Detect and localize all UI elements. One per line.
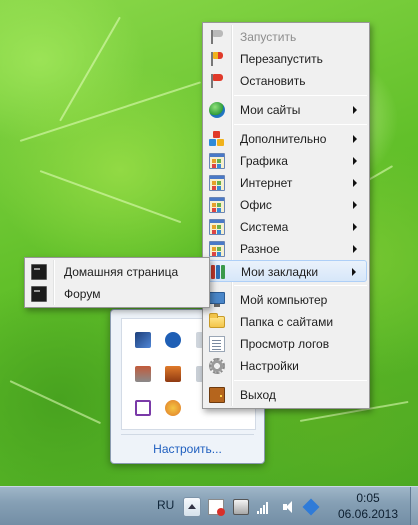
submenu-arrow-icon — [353, 179, 357, 187]
toolbox-icon[interactable] — [165, 366, 182, 382]
submenu-arrow-icon — [353, 245, 357, 253]
app-window-icon — [209, 219, 225, 235]
network-icon[interactable] — [135, 332, 152, 348]
customize-link[interactable]: Настроить... — [111, 442, 264, 456]
gear-icon — [209, 358, 225, 374]
usb-device-icon[interactable] — [233, 499, 249, 515]
menu-item-my-computer[interactable]: Мой компьютер — [205, 289, 367, 311]
gray-flag-icon — [209, 29, 225, 45]
clock-time: 0:05 — [356, 491, 380, 505]
menu-item-additional[interactable]: Дополнительно — [205, 128, 367, 150]
menu-item-system[interactable]: Система — [205, 216, 367, 238]
menu-item-settings[interactable]: Настройки — [205, 355, 367, 377]
palette-icon[interactable] — [165, 400, 182, 416]
app-window-icon — [209, 175, 225, 191]
app-tray-icon[interactable] — [208, 499, 225, 516]
show-desktop-button[interactable] — [410, 487, 418, 525]
menu-item-misc[interactable]: Разное — [205, 238, 367, 260]
menu-item-view-logs[interactable]: Просмотр логов — [205, 333, 367, 355]
submenu-item-home-page[interactable]: Домашняя страница — [27, 261, 207, 283]
menu-item-my-sites[interactable]: Мои сайты — [205, 99, 367, 121]
exit-door-icon — [209, 387, 225, 403]
app-window-icon — [209, 153, 225, 169]
submenu-arrow-icon — [353, 201, 357, 209]
menu-item-sites-folder[interactable]: Папка с сайтами — [205, 311, 367, 333]
console-icon — [31, 264, 47, 280]
tray-context-menu: Запустить Перезапустить Остановить Мои с… — [202, 22, 370, 409]
menu-item-exit[interactable]: Выход — [205, 384, 367, 406]
globe-icon — [209, 102, 225, 118]
menu-item-office[interactable]: Офис — [205, 194, 367, 216]
menu-separator — [234, 124, 367, 125]
signal-strength-icon[interactable] — [256, 499, 272, 515]
folder-icon — [209, 313, 225, 328]
clock-date: 06.06.2013 — [337, 507, 399, 521]
red-yellow-flag-icon — [209, 51, 225, 67]
app-window-icon — [209, 197, 225, 213]
submenu-arrow-icon — [353, 157, 357, 165]
menu-separator — [234, 95, 367, 96]
speaker-icon[interactable] — [281, 499, 297, 515]
onenote-icon[interactable] — [135, 400, 152, 416]
menu-item-bookmarks[interactable]: Мои закладки — [205, 260, 367, 282]
computer-icon — [209, 292, 225, 307]
printer-icon[interactable] — [135, 366, 152, 382]
menu-item-graphics[interactable]: Графика — [205, 150, 367, 172]
menu-item-internet[interactable]: Интернет — [205, 172, 367, 194]
submenu-arrow-icon — [352, 268, 356, 276]
bluetooth-icon[interactable] — [165, 332, 182, 348]
books-icon — [210, 264, 226, 280]
dropbox-icon[interactable] — [302, 498, 320, 516]
submenu-item-forum[interactable]: Форум — [27, 283, 207, 305]
clock[interactable]: 0:05 06.06.2013 — [320, 490, 416, 522]
submenu-arrow-icon — [353, 223, 357, 231]
menu-separator — [234, 285, 367, 286]
menu-item-start[interactable]: Запустить — [205, 26, 367, 48]
submenu-arrow-icon — [353, 135, 357, 143]
console-icon — [31, 286, 47, 302]
menu-item-stop[interactable]: Остановить — [205, 70, 367, 92]
log-icon — [209, 336, 225, 352]
show-hidden-icons-button[interactable] — [183, 497, 201, 517]
menu-separator — [234, 380, 367, 381]
language-indicator[interactable]: RU — [157, 498, 174, 512]
blocks-icon — [209, 131, 225, 147]
submenu-arrow-icon — [353, 106, 357, 114]
bookmarks-submenu: Домашняя страница Форум — [24, 257, 210, 308]
red-flag-icon — [209, 73, 225, 89]
leaf-vein — [59, 16, 121, 122]
leaf-vein — [9, 380, 102, 425]
leaf-vein — [19, 81, 202, 142]
tray-separator — [121, 434, 254, 435]
menu-item-restart[interactable]: Перезапустить — [205, 48, 367, 70]
leaf-vein — [39, 170, 182, 224]
taskbar: RU 0:05 06.06.2013 — [0, 486, 418, 525]
app-window-icon — [209, 241, 225, 257]
